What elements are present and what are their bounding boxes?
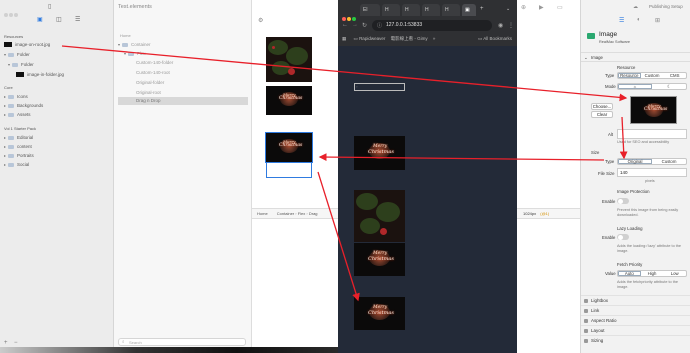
arrow-resource-to-inspector xyxy=(61,45,628,102)
arrow-size-to-canvas xyxy=(318,153,605,161)
arrow-preview-to-size xyxy=(619,116,628,160)
screenshot-root: ▯ ▣ ◫ ☰ Resources image-on-root.jpg ▾ Fol… xyxy=(0,0,690,353)
arrow-canvas-to-page xyxy=(317,171,360,302)
annotation-arrows xyxy=(61,45,628,302)
